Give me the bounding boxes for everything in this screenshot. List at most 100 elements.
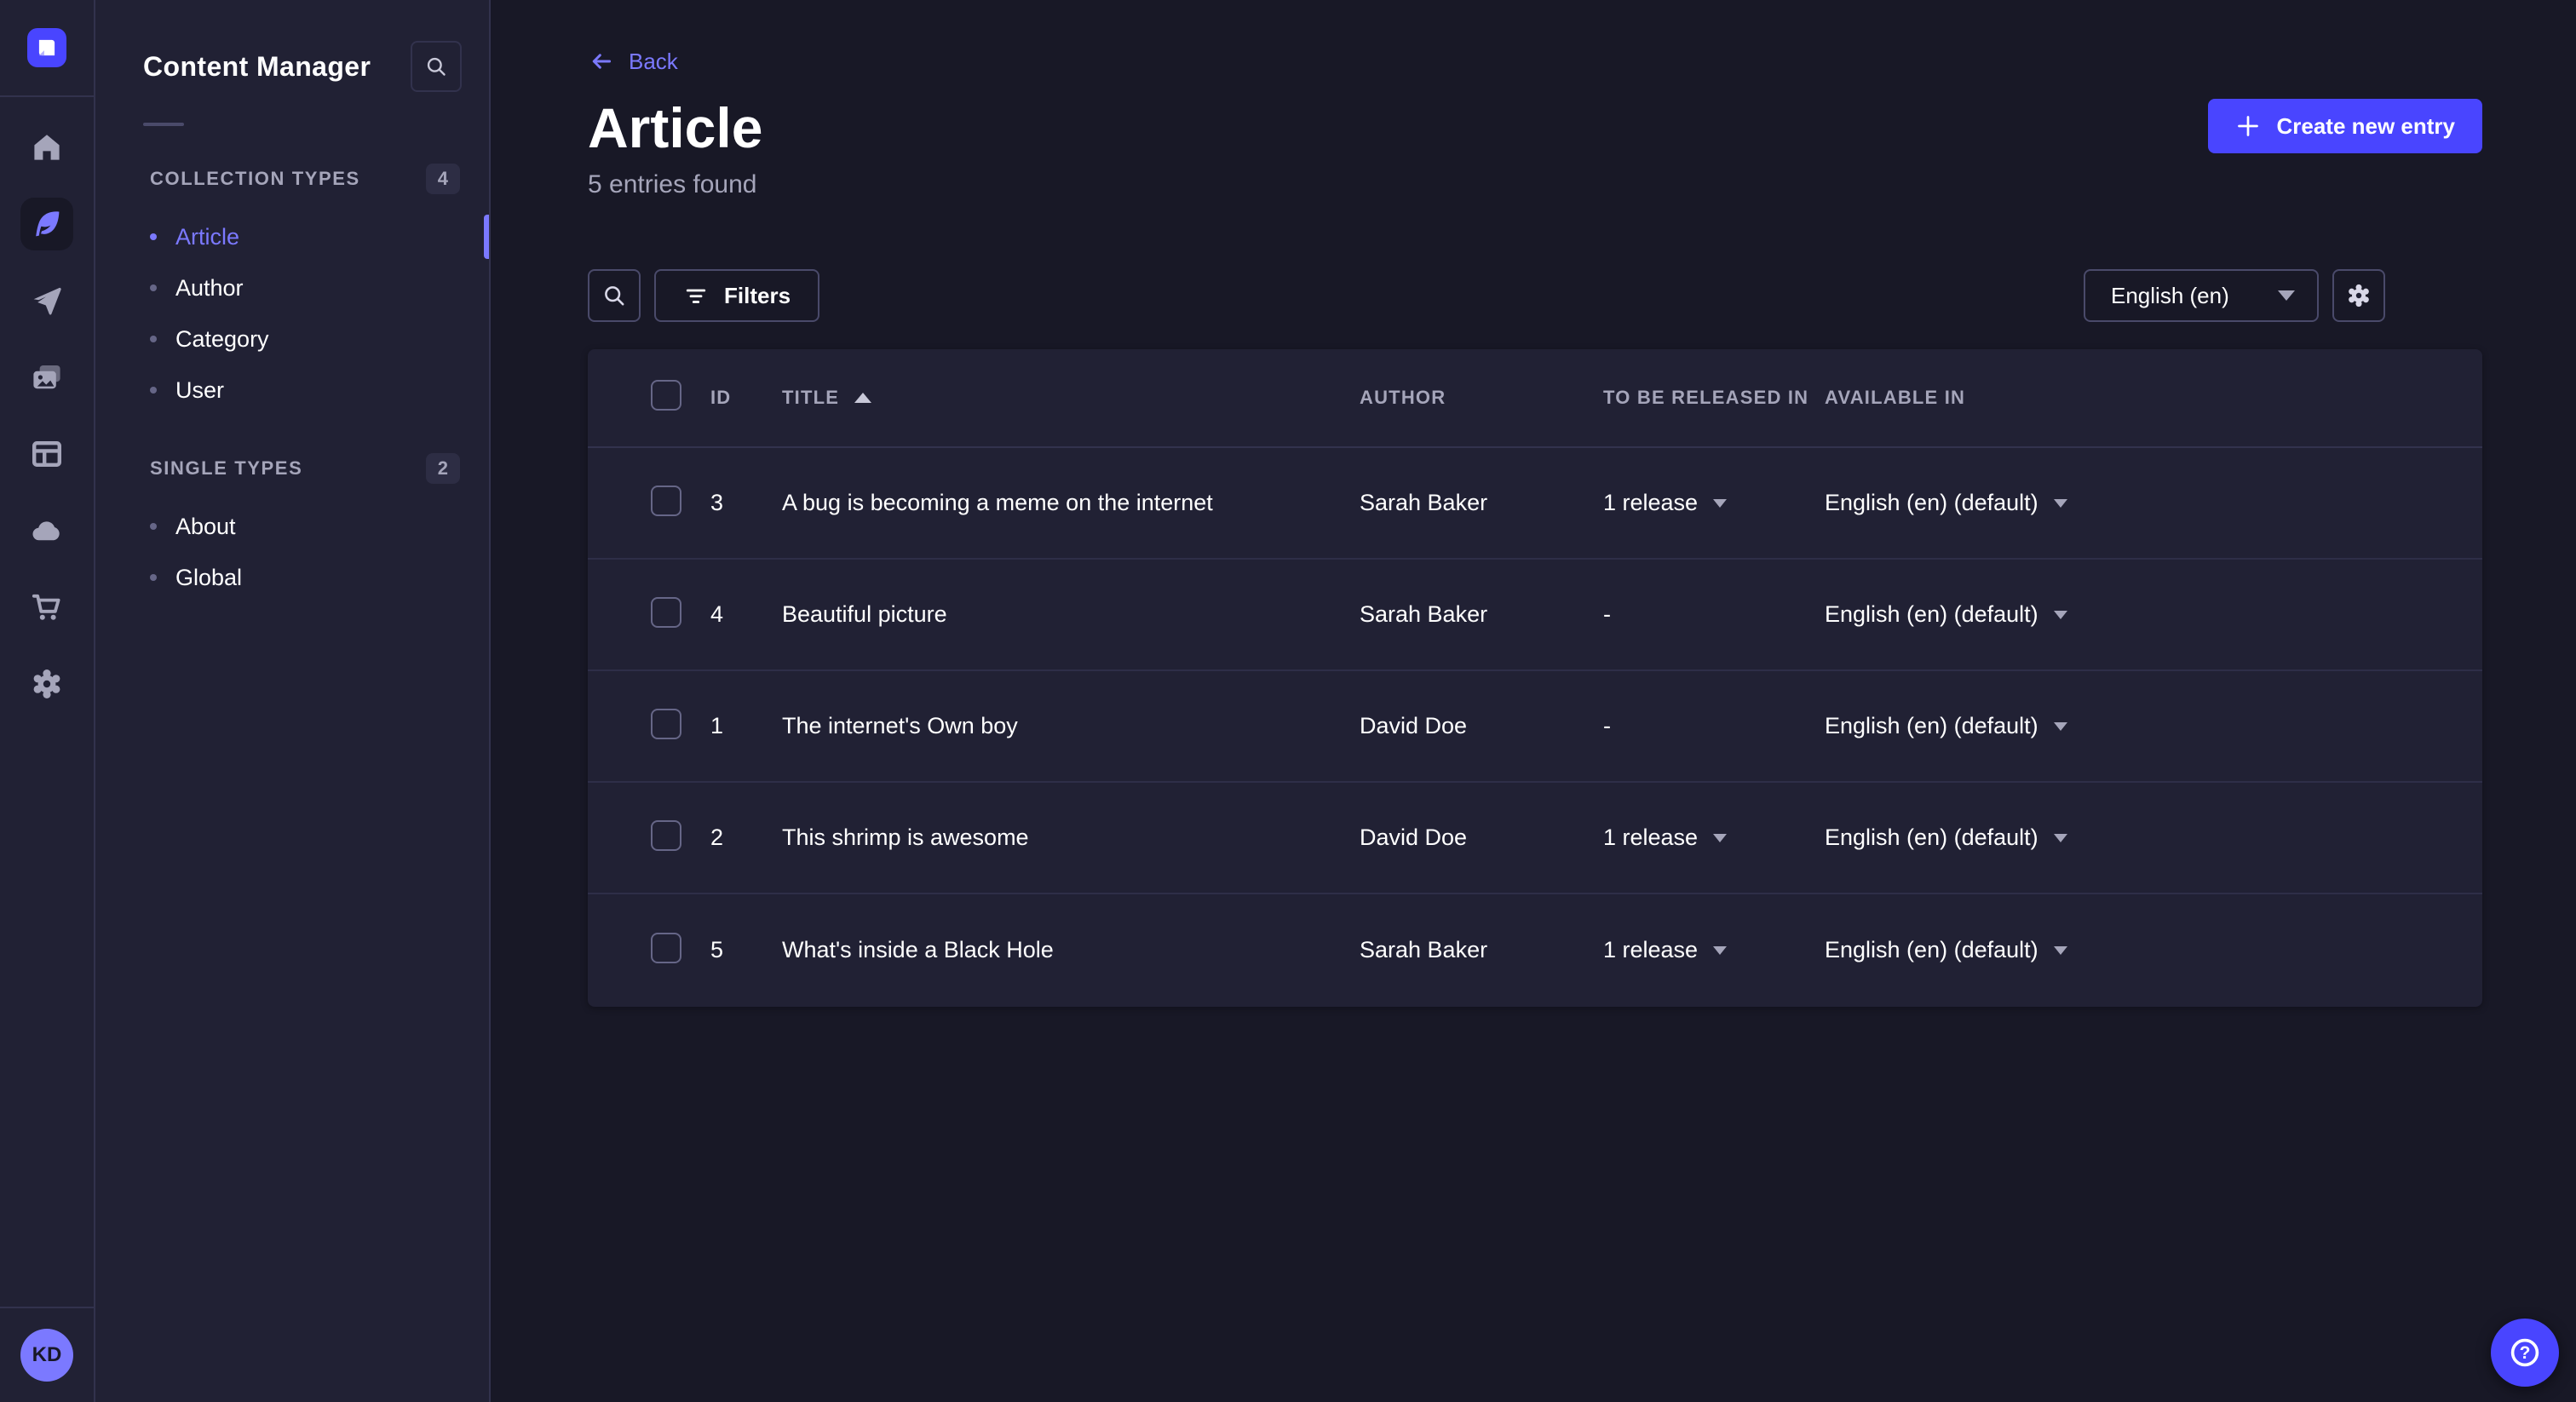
arrow-left-icon xyxy=(588,48,615,75)
single-types-label: SINGLE TYPES xyxy=(150,457,302,480)
cell-release: - xyxy=(1603,713,1825,739)
sidebar-item-about[interactable]: About xyxy=(95,501,489,552)
table-row[interactable]: 1 The internet's Own boy David Doe - Eng… xyxy=(588,671,2482,783)
column-header-title[interactable]: TITLE xyxy=(782,387,1360,409)
view-settings-button[interactable] xyxy=(2332,269,2385,322)
create-new-entry-button[interactable]: Create new entry xyxy=(2208,99,2482,153)
table-header-row: ID TITLE AUTHOR TO BE RELEASED IN AVAILA… xyxy=(588,349,2482,448)
cell-id: 1 xyxy=(710,713,782,739)
gear-icon[interactable] xyxy=(20,658,73,710)
table-row[interactable]: 4 Beautiful picture Sarah Baker - Englis… xyxy=(588,560,2482,671)
filters-label: Filters xyxy=(724,283,791,309)
cell-release[interactable]: 1 release xyxy=(1603,825,1825,851)
cell-id: 4 xyxy=(710,601,782,628)
column-header-release[interactable]: TO BE RELEASED IN xyxy=(1603,387,1825,409)
collection-types-count-badge: 4 xyxy=(426,164,460,194)
row-checkbox[interactable] xyxy=(651,820,681,851)
table-row[interactable]: 3 A bug is becoming a meme on the intern… xyxy=(588,448,2482,560)
cell-available[interactable]: English (en) (default) xyxy=(1825,490,2455,516)
rail-footer: KD xyxy=(0,1307,94,1402)
cell-author: David Doe xyxy=(1360,825,1603,851)
row-checkbox[interactable] xyxy=(651,709,681,739)
column-header-available[interactable]: AVAILABLE IN xyxy=(1825,387,2455,409)
cell-author: Sarah Baker xyxy=(1360,601,1603,628)
user-avatar[interactable]: KD xyxy=(20,1329,73,1382)
cell-author: Sarah Baker xyxy=(1360,937,1603,963)
cell-release: - xyxy=(1603,601,1825,628)
cell-id: 5 xyxy=(710,937,782,963)
page-title: Article xyxy=(588,95,762,160)
cell-available[interactable]: English (en) (default) xyxy=(1825,713,2455,739)
locale-select[interactable]: English (en) xyxy=(2084,269,2319,322)
cell-available[interactable]: English (en) (default) xyxy=(1825,825,2455,851)
sidebar-item-user[interactable]: User xyxy=(95,365,489,416)
bullet-icon xyxy=(150,523,157,530)
chevron-down-icon xyxy=(2054,834,2067,842)
table-body: 3 A bug is becoming a meme on the intern… xyxy=(588,448,2482,1006)
cell-release[interactable]: 1 release xyxy=(1603,490,1825,516)
paper-plane-icon[interactable] xyxy=(20,274,73,327)
search-button[interactable] xyxy=(588,269,641,322)
content-manager-sidebar: Content Manager COLLECTION TYPES 4 Artic… xyxy=(95,0,491,1402)
chevron-down-icon xyxy=(1713,946,1727,955)
entries-count: 5 entries found xyxy=(588,170,756,199)
cloud-icon[interactable] xyxy=(20,504,73,557)
svg-text:?: ? xyxy=(2520,1343,2531,1363)
bullet-icon xyxy=(150,574,157,581)
home-icon[interactable] xyxy=(20,121,73,174)
bullet-icon xyxy=(150,387,157,394)
plus-icon xyxy=(2235,113,2261,139)
sidebar-item-author[interactable]: Author xyxy=(95,262,489,313)
column-header-author[interactable]: AUTHOR xyxy=(1360,387,1603,409)
strapi-logo[interactable] xyxy=(27,28,66,67)
cell-id: 2 xyxy=(710,825,782,851)
row-checkbox[interactable] xyxy=(651,597,681,628)
cell-title: A bug is becoming a meme on the internet xyxy=(782,490,1360,516)
sidebar-item-label: About xyxy=(175,514,236,540)
question-icon: ? xyxy=(2506,1334,2544,1371)
chevron-down-icon xyxy=(2054,611,2067,619)
select-all-checkbox[interactable] xyxy=(651,380,681,411)
logo-container xyxy=(0,0,94,97)
sidebar-item-label: User xyxy=(175,377,224,404)
bullet-icon xyxy=(150,336,157,342)
entries-table: ID TITLE AUTHOR TO BE RELEASED IN AVAILA… xyxy=(588,349,2482,1007)
sidebar-item-global[interactable]: Global xyxy=(95,552,489,603)
rail-nav-items xyxy=(20,97,73,710)
single-types-count-badge: 2 xyxy=(426,453,460,484)
divider-dash xyxy=(143,123,184,126)
sidebar-search-button[interactable] xyxy=(411,41,462,92)
row-checkbox[interactable] xyxy=(651,486,681,516)
filters-button[interactable]: Filters xyxy=(654,269,819,322)
filter-icon xyxy=(683,283,709,308)
collection-types-label: COLLECTION TYPES xyxy=(150,168,360,190)
single-types-section: SINGLE TYPES 2 About Global xyxy=(95,450,489,603)
cell-title: What's inside a Black Hole xyxy=(782,937,1360,963)
column-header-id[interactable]: ID xyxy=(710,387,782,409)
cell-title: This shrimp is awesome xyxy=(782,825,1360,851)
cell-available[interactable]: English (en) (default) xyxy=(1825,601,2455,628)
sidebar-item-category[interactable]: Category xyxy=(95,313,489,365)
feather-icon[interactable] xyxy=(20,198,73,250)
media-images-icon[interactable] xyxy=(20,351,73,404)
main-nav-rail: KD xyxy=(0,0,95,1402)
sidebar-item-label: Article xyxy=(175,224,239,250)
chevron-down-icon xyxy=(2054,499,2067,508)
sidebar-item-article[interactable]: Article xyxy=(95,211,489,262)
layout-icon[interactable] xyxy=(20,428,73,480)
cell-available[interactable]: English (en) (default) xyxy=(1825,937,2455,963)
cell-id: 3 xyxy=(710,490,782,516)
back-label: Back xyxy=(629,49,678,75)
sidebar-item-label: Global xyxy=(175,565,242,591)
back-link[interactable]: Back xyxy=(588,48,678,75)
cell-release[interactable]: 1 release xyxy=(1603,937,1825,963)
table-row[interactable]: 5 What's inside a Black Hole Sarah Baker… xyxy=(588,894,2482,1006)
bullet-icon xyxy=(150,284,157,291)
sort-asc-icon xyxy=(854,393,871,403)
gear-icon xyxy=(2345,282,2372,309)
help-button[interactable]: ? xyxy=(2491,1319,2559,1387)
table-row[interactable]: 2 This shrimp is awesome David Doe 1 rel… xyxy=(588,783,2482,894)
cart-icon[interactable] xyxy=(20,581,73,634)
bullet-icon xyxy=(150,233,157,240)
row-checkbox[interactable] xyxy=(651,933,681,963)
